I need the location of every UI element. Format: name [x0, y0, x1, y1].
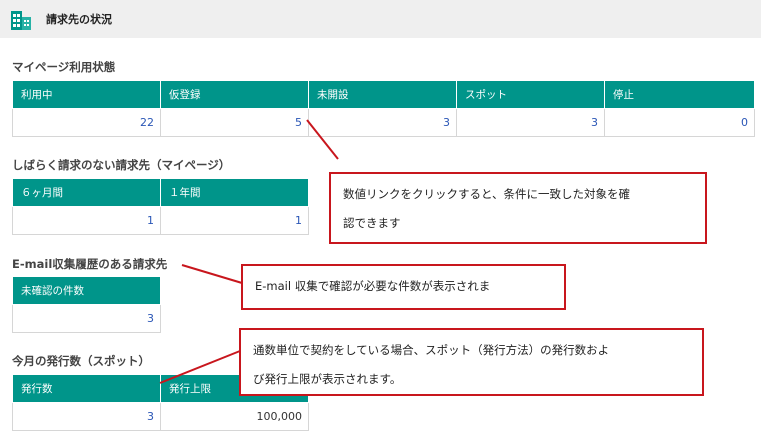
count-link-provisional[interactable]: 5 — [295, 116, 302, 129]
table-cell: 3 — [12, 402, 161, 431]
table-row: 3 100,000 — [12, 402, 309, 431]
callout-link-info: 数値リンクをクリックすると、条件に一致した対象を確 認できます — [329, 172, 707, 244]
table-cell: 5 — [160, 108, 309, 137]
count-link-1-year[interactable]: 1 — [295, 214, 302, 227]
table-row: 1 1 — [12, 206, 309, 235]
callout-text: E-mail 収集で確認が必要な件数が表示されま — [255, 279, 491, 293]
column-header-spot: スポット — [456, 80, 605, 109]
section-title-no-request: しばらく請求のない請求先（マイページ） — [12, 158, 231, 172]
count-link-unopened[interactable]: 3 — [443, 116, 450, 129]
count-link-spot[interactable]: 3 — [591, 116, 598, 129]
callout-email-info: E-mail 収集で確認が必要な件数が表示されま — [241, 264, 566, 310]
table-row: 22 5 3 3 0 — [12, 108, 755, 137]
column-header-issued: 発行数 — [12, 374, 161, 403]
page-header: 請求先の状況 — [0, 0, 761, 38]
column-header-active: 利用中 — [12, 80, 161, 109]
page-title: 請求先の状況 — [46, 13, 112, 26]
column-header-provisional: 仮登録 — [160, 80, 309, 109]
column-header-stopped: 停止 — [604, 80, 755, 109]
table-cell: 0 — [604, 108, 755, 137]
callout-text: 認できます — [343, 216, 401, 230]
issue-limit-value: 100,000 — [160, 402, 309, 431]
table-cell: 1 — [12, 206, 161, 235]
table-cell: 1 — [160, 206, 309, 235]
column-header-unopened: 未開設 — [308, 80, 457, 109]
count-link-unconfirmed[interactable]: 3 — [147, 312, 154, 325]
column-header-1-year: １年間 — [160, 178, 309, 207]
callout-text: 数値リンクをクリックすると、条件に一致した対象を確 — [343, 187, 631, 201]
column-header-unconfirmed: 未確認の件数 — [12, 276, 161, 305]
email-table: 未確認の件数 3 — [12, 276, 161, 333]
section-title-email: E-mail収集履歴のある請求先 — [12, 257, 168, 271]
no-request-table: ６ヶ月間 １年間 1 1 — [12, 178, 309, 235]
table-row: 3 — [12, 304, 161, 333]
count-link-issued[interactable]: 3 — [147, 410, 154, 423]
callout-line-email — [181, 264, 243, 284]
table-cell: 3 — [308, 108, 457, 137]
callout-spot-info: 通数単位で契約をしている場合、スポット（発行方法）の発行数およ び発行上限が表示… — [239, 328, 704, 396]
section-title-issue: 今月の発行数（スポット） — [12, 354, 150, 368]
table-cell: 22 — [12, 108, 161, 137]
table-cell: 3 — [12, 304, 161, 333]
count-link-stopped[interactable]: 0 — [741, 116, 748, 129]
building-icon — [11, 11, 31, 30]
count-link-6-months[interactable]: 1 — [147, 214, 154, 227]
count-link-active[interactable]: 22 — [140, 116, 154, 129]
column-header-6-months: ６ヶ月間 — [12, 178, 161, 207]
callout-text: 通数単位で契約をしている場合、スポット（発行方法）の発行数およ — [253, 343, 610, 357]
table-cell: 3 — [456, 108, 605, 137]
mypage-status-table: 利用中 仮登録 未開設 スポット 停止 22 5 3 3 0 — [12, 80, 755, 137]
callout-text: び発行上限が表示されます。 — [253, 372, 402, 386]
section-title-mypage: マイページ利用状態 — [12, 60, 116, 74]
